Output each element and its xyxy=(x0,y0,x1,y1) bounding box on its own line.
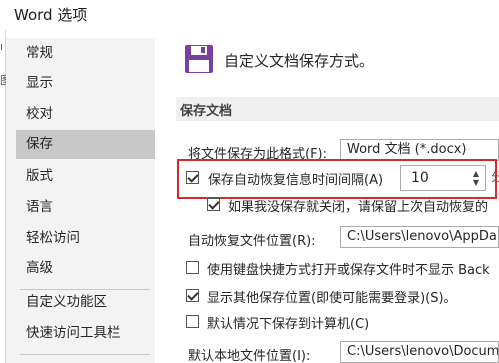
sidebar-item-label: 显示 xyxy=(26,75,53,91)
page-heading: 自定义文档保存方式。 xyxy=(224,52,375,70)
default-local-location-label: 默认本地文件位置(I): xyxy=(188,349,311,363)
sidebar-item-label: 常规 xyxy=(26,45,53,61)
sidebar-item-label: 版式 xyxy=(26,168,53,184)
sidebar-item-label: 自定义功能区 xyxy=(26,294,107,310)
show-other-locations-checkbox[interactable] xyxy=(186,289,199,302)
hide-backstage-checkbox[interactable] xyxy=(186,261,199,274)
autorecover-location-label: 自动恢复文件位置(R): xyxy=(188,234,316,249)
autorecover-location-value: C:\Users\lenovo\AppDa xyxy=(347,229,497,244)
keep-last-version-label: 如果我没保存就关闭，请保留上次自动恢复的 xyxy=(228,200,489,215)
show-other-locations-label: 显示其他保存位置(即使可能需要登录)(S)。 xyxy=(207,291,457,306)
sidebar-divider xyxy=(20,354,150,355)
autorecover-location-field[interactable]: C:\Users\lenovo\AppDa xyxy=(340,226,499,248)
sidebar-item-customize-ribbon[interactable]: 自定义功能区 xyxy=(16,288,155,317)
keep-last-version-checkbox[interactable] xyxy=(207,198,220,211)
window-title: Word 选项 xyxy=(14,6,88,24)
sidebar-item-advanced[interactable]: 高级 xyxy=(16,254,155,283)
sidebar-item-label: 快速访问工具栏 xyxy=(26,325,121,341)
save-format-select[interactable]: Word 文档 (*.docx) xyxy=(340,139,499,161)
autorecover-label: 保存自动恢复信息时间间隔(A) xyxy=(208,173,384,188)
sidebar-item-label: 轻松访问 xyxy=(26,230,80,246)
autorecover-interval-spinner[interactable]: 10 ▲ ▼ xyxy=(400,165,486,191)
sidebar-item-label: 语言 xyxy=(26,199,53,215)
save-to-computer-checkbox[interactable] xyxy=(186,315,199,328)
title-bar: Word 选项 xyxy=(0,0,499,30)
default-local-location-value: C:\Users\lenovo\Docum xyxy=(347,344,499,359)
sidebar-item-label: 保存 xyxy=(26,136,53,152)
sidebar-item-accessibility[interactable]: 轻松访问 xyxy=(16,224,155,253)
sidebar-item-save[interactable]: 保存 xyxy=(16,130,155,159)
autorecover-checkbox[interactable] xyxy=(186,171,199,184)
sidebar-item-proofing[interactable]: 校对 xyxy=(16,100,155,129)
autorecover-interval-value: 10 xyxy=(411,170,429,186)
sidebar-item-label: 校对 xyxy=(26,106,53,122)
save-format-value: Word 文档 (*.docx) xyxy=(347,142,467,157)
spin-down-icon[interactable]: ▼ xyxy=(473,178,479,187)
spin-up-icon[interactable]: ▲ xyxy=(473,169,479,178)
section-title: 保存文档 xyxy=(180,104,233,119)
save-to-computer-label: 默认情况下保存到计算机(C) xyxy=(207,317,370,332)
sidebar-item-general[interactable]: 常规 xyxy=(16,39,155,68)
hide-backstage-label: 使用键盘快捷方式打开或保存文件时不显示 Back xyxy=(207,263,490,278)
sidebar: 常规 显示 校对 保存 版式 语言 轻松访问 高级 自定义功能区 快速访问工具栏 xyxy=(6,38,155,363)
autorecover-unit: 分 xyxy=(491,170,499,184)
sidebar-item-quick-access-toolbar[interactable]: 快速访问工具栏 xyxy=(16,319,155,348)
sidebar-item-layout[interactable]: 版式 xyxy=(16,162,155,191)
sidebar-item-label: 高级 xyxy=(26,260,53,276)
floppy-disk-icon xyxy=(184,44,214,74)
sidebar-item-display[interactable]: 显示 xyxy=(16,69,155,98)
sidebar-item-language[interactable]: 语言 xyxy=(16,193,155,222)
default-local-location-field[interactable]: C:\Users\lenovo\Docum xyxy=(340,341,499,363)
